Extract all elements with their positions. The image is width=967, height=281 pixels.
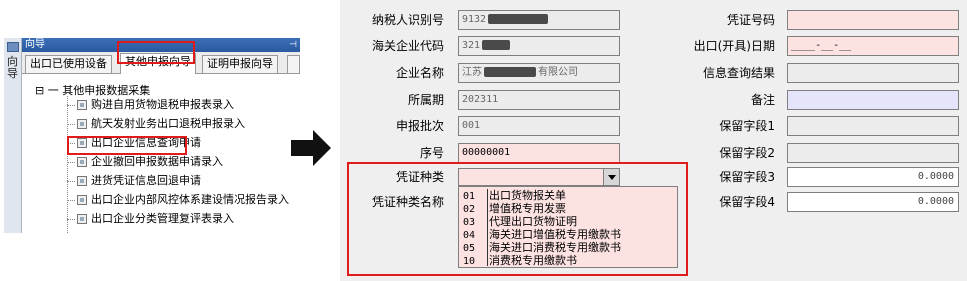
voucher-type-highlight-box [347,162,688,276]
period-field[interactable]: 202311 [458,90,620,110]
label-company-name: 企业名称 [395,66,444,80]
export-date-field[interactable]: ____-__-__ [787,36,959,56]
redaction-mask [488,14,549,24]
tab-overflow-icon[interactable] [287,55,300,73]
query-application-form: 纳税人识别号 海关企业代码 企业名称 所属期 申报批次 序号 凭证种类 凭证种类… [340,0,967,281]
tree-item-purchase-self-use-refund[interactable]: 购进自用货物退税申报表录入 [67,96,234,114]
company-name-field[interactable]: 江苏 有限公司 [458,63,620,83]
tree-item-withdraw-declaration[interactable]: 企业撤回申报数据申请录入 [67,153,223,171]
wizard-icon [7,42,19,52]
document-icon [77,119,87,129]
label-reserved-3: 保留字段3 [719,170,775,184]
tree-item-risk-control-report[interactable]: 出口企业内部风控体系建设情况报告录入 [67,191,289,209]
document-icon [77,176,87,186]
document-icon [77,195,87,205]
label-query-result: 信息查询结果 [702,66,775,80]
label-voucher-number: 凭证号码 [726,13,775,27]
batch-field[interactable]: 001 [458,116,620,136]
label-remarks: 备注 [750,93,775,107]
taxpayer-id-field[interactable]: 9132 [458,10,620,30]
label-batch: 申报批次 [395,119,444,133]
document-icon [77,100,87,110]
customs-code-field[interactable]: 321 [458,36,620,56]
tab-export-used-equipment[interactable]: 出口已使用设备 [25,55,112,73]
pin-icon[interactable]: ⊣ [289,38,297,52]
wizard-title: 向导 [25,39,45,50]
voucher-number-field[interactable] [787,10,959,30]
tab-highlight-box [117,41,195,64]
label-customs-code: 海关企业代码 [371,39,444,53]
tree-item-purchase-voucher-rollback[interactable]: 进货凭证信息回退申请 [67,172,201,190]
document-icon [77,157,87,167]
document-icon [77,214,87,224]
label-reserved-2: 保留字段2 [719,146,775,160]
label-reserved-4: 保留字段4 [719,195,775,209]
tree-item-aerospace-launch-refund[interactable]: 航天发射业务出口退税申报录入 [67,115,245,133]
reserved-3-field[interactable]: 0.0000 [787,167,959,187]
label-period: 所属期 [407,93,444,107]
redaction-mask [482,40,511,50]
label-reserved-1: 保留字段1 [719,119,775,133]
reserved-4-field[interactable]: 0.0000 [787,192,959,212]
reserved-1-field[interactable] [787,116,959,136]
label-serial-no: 序号 [419,146,444,160]
redaction-mask [484,67,536,77]
tab-certificate-declaration-wizard[interactable]: 证明申报向导 [202,55,278,73]
reserved-2-field[interactable] [787,143,959,163]
right-arrow-icon [291,130,331,166]
side-dock-tab[interactable]: 向导 [4,38,22,233]
label-taxpayer-id: 纳税人识别号 [371,13,444,27]
label-export-date: 出口(开具)日期 [693,39,775,53]
wizard-panel: 向导 向导 ⊣ 出口已使用设备 其他申报向导 证明申报向导 ⊟ 一 其他申报数据… [0,30,306,244]
tree-item-classification-review[interactable]: 出口企业分类管理复评表录入 [67,210,234,228]
tree-item-highlight-box [67,136,187,155]
serial-no-field[interactable]: 00000001 [458,143,620,163]
remarks-field[interactable] [787,90,959,110]
query-result-field[interactable] [787,63,959,83]
declaration-tree: ⊟ 一 其他申报数据采集 购进自用货物退税申报表录入 航天发射业务出口退税申报录… [22,74,306,244]
side-dock-label: 向导 [7,55,18,80]
